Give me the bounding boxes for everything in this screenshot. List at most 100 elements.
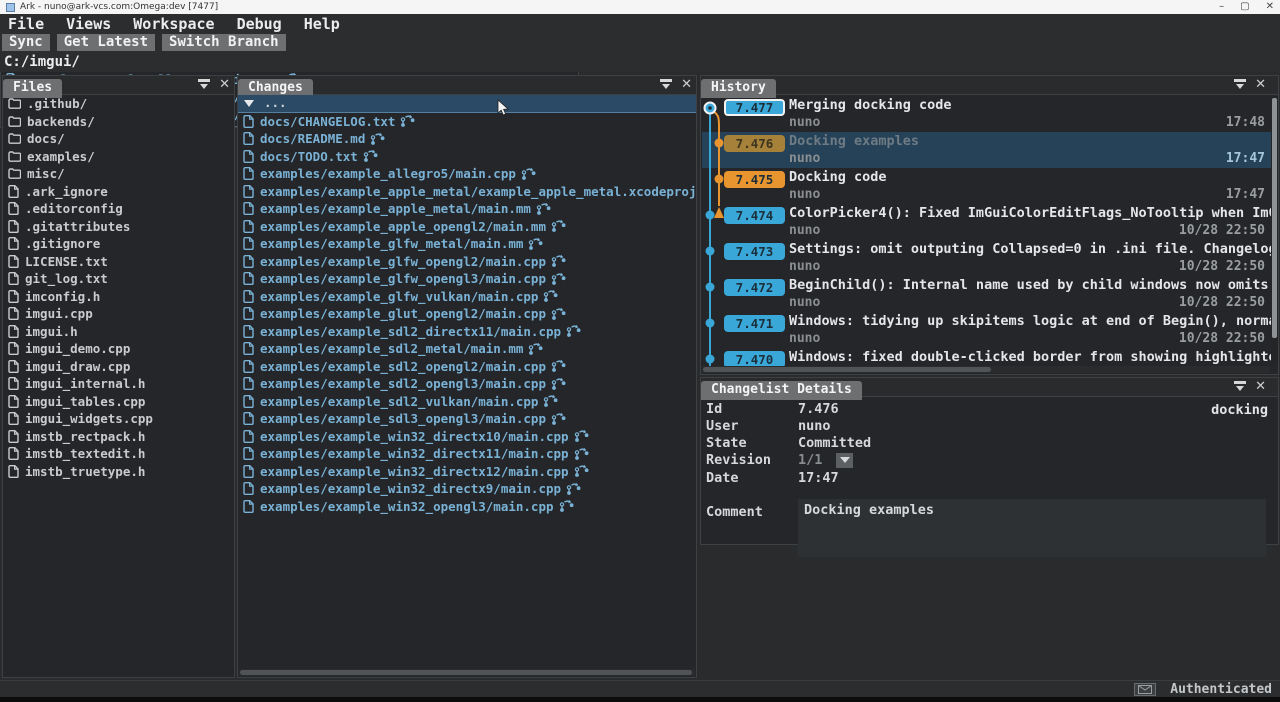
changelist-id-badge[interactable]: 7.477 — [724, 99, 785, 116]
commit-row[interactable]: 7.475Docking codenuno17:47 — [702, 168, 1277, 204]
changed-file-item[interactable]: examples/example_apple_opengl2/main.mm — [238, 218, 696, 236]
commit-row[interactable]: 7.470Windows: fixed double-clicked borde… — [702, 348, 1277, 366]
changed-file-item[interactable]: examples/example_win32_directx12/main.cp… — [238, 463, 696, 481]
revision-value: 1/1 — [798, 452, 822, 468]
changed-file-item[interactable]: examples/example_apple_metal/example_app… — [238, 183, 696, 201]
changed-file-item[interactable]: examples/example_win32_directx11/main.cp… — [238, 445, 696, 463]
file-tree-item[interactable]: .editorconfig — [3, 200, 234, 218]
changed-file-item[interactable]: examples/example_glfw_opengl2/main.cpp — [238, 253, 696, 271]
changelist-id-badge[interactable]: 7.473 — [724, 243, 785, 260]
file-tree-item[interactable]: examples/ — [3, 148, 234, 166]
changed-file-item[interactable]: examples/example_win32_opengl3/main.cpp — [238, 498, 696, 516]
commit-row[interactable]: 7.474ColorPicker4(): Fixed ImGuiColorEdi… — [702, 204, 1277, 240]
commit-row[interactable]: 7.476Docking examplesnuno17:47 — [702, 132, 1277, 168]
revision-dropdown-button[interactable] — [836, 453, 853, 468]
close-panel-icon[interactable]: ✕ — [1255, 380, 1266, 393]
filter-icon[interactable] — [197, 78, 211, 91]
file-name: imgui_internal.h — [25, 376, 145, 391]
changelist-id-badge[interactable]: 7.472 — [724, 279, 785, 296]
file-tree-item[interactable]: imgui_demo.cpp — [3, 340, 234, 358]
menu-workspace[interactable]: Workspace — [133, 15, 225, 33]
changed-file-item[interactable]: examples/example_glfw_vulkan/main.cpp — [238, 288, 696, 306]
changed-file-item[interactable]: examples/example_glfw_opengl3/main.cpp — [238, 270, 696, 288]
commit-time: 17:47 — [1226, 151, 1265, 167]
switch-branch-button[interactable]: Switch Branch — [162, 34, 286, 51]
file-tree-item[interactable]: git_log.txt — [3, 270, 234, 288]
file-tree-item[interactable]: LICENSE.txt — [3, 253, 234, 271]
maximize-button[interactable]: ▢ — [1240, 2, 1249, 12]
commit-row[interactable]: 7.473Settings: omit outputing Collapsed=… — [702, 240, 1277, 276]
changed-file-item[interactable]: docs/README.md — [238, 130, 696, 148]
file-tree-item[interactable]: misc/ — [3, 165, 234, 183]
file-icon — [243, 115, 254, 128]
menu-debug[interactable]: Debug — [237, 15, 293, 33]
file-tree-item[interactable]: imgui_tables.cpp — [3, 393, 234, 411]
changelist-id-badge[interactable]: 7.470 — [724, 351, 785, 366]
file-tree-item[interactable]: docs/ — [3, 130, 234, 148]
minimize-button[interactable]: – — [1219, 2, 1224, 12]
changed-file-item[interactable]: examples/example_win32_directx10/main.cp… — [238, 428, 696, 446]
folder-icon — [8, 168, 21, 179]
file-tree-item[interactable]: backends/ — [3, 113, 234, 131]
menu-file[interactable]: File — [8, 15, 55, 33]
file-tree-item[interactable]: imgui.h — [3, 323, 234, 341]
changed-file-item[interactable]: examples/example_glfw_metal/main.mm — [238, 235, 696, 253]
close-button[interactable]: ✕ — [1266, 2, 1274, 12]
changed-file-item[interactable]: examples/example_glut_opengl2/main.cpp — [238, 305, 696, 323]
changelist-id-badge[interactable]: 7.474 — [724, 207, 785, 224]
commit-subject: BeginChild(): Internal name used by chil… — [789, 276, 1277, 295]
file-tree-item[interactable]: .gitattributes — [3, 218, 234, 236]
file-tree-item[interactable]: imgui.cpp — [3, 305, 234, 323]
filter-icon[interactable] — [659, 78, 673, 91]
history-hscrollbar[interactable] — [702, 366, 1270, 373]
changed-file-item[interactable]: examples/example_sdl2_vulkan/main.cpp — [238, 393, 696, 411]
changed-file-item[interactable]: docs/TODO.txt — [238, 148, 696, 166]
changelist-id-badge[interactable]: 7.476 — [724, 135, 785, 152]
file-tree-item[interactable]: imstb_truetype.h — [3, 463, 234, 481]
sync-button[interactable]: Sync — [2, 34, 50, 51]
changed-file-item[interactable]: examples/example_win32_directx9/main.cpp — [238, 480, 696, 498]
close-panel-icon[interactable]: ✕ — [1255, 78, 1266, 91]
filter-icon[interactable] — [1233, 78, 1247, 91]
tab-files[interactable]: Files — [3, 79, 62, 98]
menu-help[interactable]: Help — [304, 15, 351, 33]
get-latest-button[interactable]: Get Latest — [57, 34, 155, 51]
changed-file-name: examples/example_sdl3_opengl3/main.cpp — [260, 411, 546, 426]
close-panel-icon[interactable]: ✕ — [681, 78, 692, 91]
changelist-id-badge[interactable]: 7.471 — [724, 315, 785, 332]
history-vscrollbar[interactable] — [1271, 96, 1278, 365]
expander-arrow-icon[interactable] — [244, 100, 254, 107]
mail-icon[interactable] — [1134, 683, 1156, 696]
changes-hscrollbar[interactable] — [239, 669, 695, 676]
changed-file-item[interactable]: examples/example_allegro5/main.cpp — [238, 165, 696, 183]
filter-icon[interactable] — [1233, 380, 1247, 393]
changed-file-item[interactable]: examples/example_sdl2_opengl3/main.cpp — [238, 375, 696, 393]
changed-file-name: examples/example_win32_directx12/main.cp… — [260, 464, 569, 479]
file-tree-item[interactable]: imgui_draw.cpp — [3, 358, 234, 376]
file-tree-item[interactable]: imgui_widgets.cpp — [3, 410, 234, 428]
close-panel-icon[interactable]: ✕ — [219, 78, 230, 91]
commit-row[interactable]: 7.477Merging docking codenuno17:48 — [702, 96, 1277, 132]
changed-file-item[interactable]: examples/example_sdl2_opengl2/main.cpp — [238, 358, 696, 376]
changed-file-item[interactable]: examples/example_sdl2_directx11/main.cpp — [238, 323, 696, 341]
file-tree-item[interactable]: imconfig.h — [3, 288, 234, 306]
file-tree-item[interactable]: .ark_ignore — [3, 183, 234, 201]
commit-row[interactable]: 7.471Windows: tidying up skipitems logic… — [702, 312, 1277, 348]
file-name: .ark_ignore — [25, 184, 108, 199]
comment-field[interactable]: Docking examples — [798, 499, 1266, 557]
file-tree-item[interactable]: imgui_internal.h — [3, 375, 234, 393]
file-tree-item[interactable]: imstb_rectpack.h — [3, 428, 234, 446]
file-tree-item[interactable]: .gitignore — [3, 235, 234, 253]
changed-file-item[interactable]: docs/CHANGELOG.txt — [238, 113, 696, 131]
menu-views[interactable]: Views — [66, 15, 122, 33]
file-tree-item[interactable]: imstb_textedit.h — [3, 445, 234, 463]
changed-file-item[interactable]: examples/example_apple_metal/main.mm — [238, 200, 696, 218]
file-icon — [243, 237, 254, 250]
changed-file-item[interactable]: examples/example_sdl2_metal/main.mm — [238, 340, 696, 358]
changelist-id-badge[interactable]: 7.475 — [724, 171, 785, 188]
commit-row[interactable]: 7.472BeginChild(): Internal name used by… — [702, 276, 1277, 312]
changes-expander-row[interactable]: ... — [238, 95, 696, 113]
commit-subject: Docking examples — [789, 132, 1277, 151]
changed-file-item[interactable]: examples/example_sdl3_opengl3/main.cpp — [238, 410, 696, 428]
changed-file-name: examples/example_glfw_vulkan/main.cpp — [260, 289, 538, 304]
